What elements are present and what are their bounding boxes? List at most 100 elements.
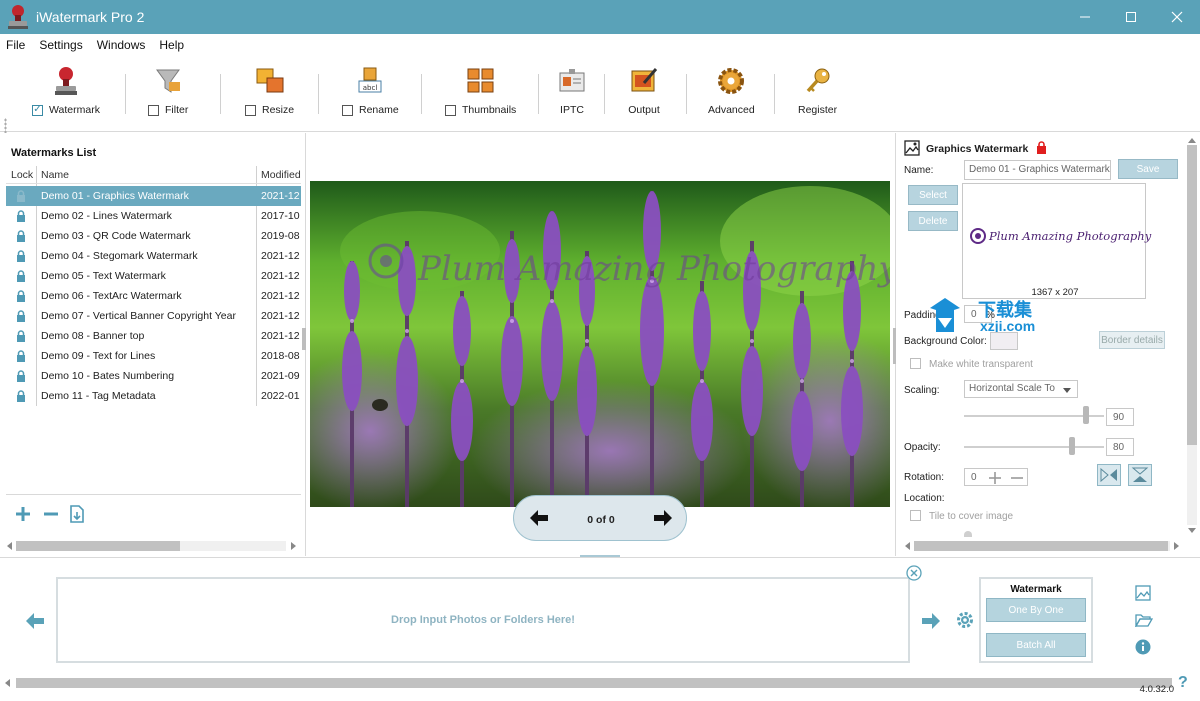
- resize-image-icon: [254, 66, 286, 96]
- add-watermark-button[interactable]: [14, 505, 32, 526]
- opacity-slider-thumb[interactable]: [1069, 437, 1075, 455]
- settings-gear-icon[interactable]: [956, 611, 974, 632]
- filter-checkbox[interactable]: [148, 104, 159, 116]
- select-graphic-button[interactable]: Select: [908, 185, 958, 205]
- scrollbar-thumb[interactable]: [16, 678, 1172, 688]
- tool-filter[interactable]: Filter: [148, 66, 188, 116]
- import-watermark-icon[interactable]: [70, 505, 84, 526]
- scrollbar-thumb[interactable]: [1187, 145, 1197, 445]
- tile-cover-checkbox[interactable]: [910, 510, 921, 521]
- save-button[interactable]: Save: [1118, 159, 1178, 179]
- table-row[interactable]: Demo 10 - Bates Numbering 2021-09: [6, 366, 301, 386]
- watermark-checkbox[interactable]: ✓: [32, 104, 43, 116]
- drop-zone[interactable]: Drop Input Photos or Folders Here!: [56, 577, 910, 663]
- opacity-slider-track[interactable]: [964, 446, 1104, 448]
- menu-file[interactable]: File: [6, 38, 25, 52]
- chevron-down-icon: [1063, 386, 1071, 397]
- scaling-amount-input[interactable]: 90: [1106, 408, 1134, 426]
- rename-checkbox[interactable]: [342, 104, 353, 116]
- plus-icon[interactable]: [989, 472, 1001, 487]
- rotation-stepper[interactable]: 0: [964, 468, 1028, 486]
- scrollbar-thumb[interactable]: [914, 541, 1168, 551]
- inspector-scroll-right-arrow[interactable]: [1172, 541, 1180, 551]
- scaling-slider-thumb[interactable]: [1083, 406, 1089, 424]
- inspector-scroll-left-arrow[interactable]: [904, 541, 912, 551]
- maximize-button[interactable]: [1108, 0, 1154, 34]
- inspector-scroll-up-arrow[interactable]: [1187, 135, 1197, 145]
- col-modified[interactable]: Modified: [261, 169, 301, 181]
- splitter-handle[interactable]: [893, 328, 896, 364]
- tool-resize[interactable]: Resize: [245, 66, 294, 116]
- inspector-vertical-scrollbar[interactable]: [1187, 145, 1197, 525]
- table-row[interactable]: Demo 06 - TextArc Watermark 2021-12: [6, 286, 301, 306]
- graphic-preview-text: Plum Amazing Photography: [989, 229, 1152, 243]
- bottom-horizontal-scrollbar[interactable]: [16, 678, 1172, 688]
- menu-help[interactable]: Help: [159, 38, 184, 52]
- tool-rename[interactable]: abcl Rename: [342, 66, 399, 116]
- background-color-swatch[interactable]: [990, 332, 1018, 350]
- tool-thumbnails[interactable]: Thumbnails: [445, 66, 516, 116]
- arrow-left-icon[interactable]: [26, 613, 44, 632]
- batch-all-button[interactable]: Batch All: [986, 633, 1086, 657]
- table-row[interactable]: Demo 09 - Text for Lines 2018-08: [6, 346, 301, 366]
- arrow-right-icon[interactable]: [922, 613, 940, 632]
- list-horizontal-scrollbar[interactable]: [16, 541, 286, 551]
- thumbnails-checkbox[interactable]: [445, 104, 456, 116]
- inspector-horizontal-scrollbar[interactable]: [914, 541, 1170, 551]
- tool-output[interactable]: Output: [628, 66, 660, 116]
- table-row[interactable]: Demo 02 - Lines Watermark 2017-10: [6, 206, 301, 226]
- graphic-preview[interactable]: Plum Amazing Photography 1367 x 207: [962, 183, 1151, 299]
- image-icon[interactable]: [1135, 585, 1151, 604]
- col-name[interactable]: Name: [41, 169, 69, 181]
- tool-register[interactable]: Register: [798, 66, 837, 116]
- minimize-button[interactable]: [1062, 0, 1108, 34]
- delete-graphic-button[interactable]: Delete: [908, 211, 958, 231]
- help-question-icon[interactable]: ?: [1178, 674, 1188, 692]
- scrollbar-thumb[interactable]: [16, 541, 180, 551]
- table-row[interactable]: Demo 08 - Banner top 2021-12: [6, 326, 301, 346]
- table-row[interactable]: Demo 03 - QR Code Watermark 2019-08: [6, 226, 301, 246]
- resize-label: Resize: [262, 104, 295, 116]
- folder-open-icon[interactable]: [1134, 613, 1154, 630]
- table-row[interactable]: Demo 04 - Stegomark Watermark 2021-12: [6, 246, 301, 266]
- opacity-input[interactable]: 80: [1106, 438, 1134, 456]
- info-icon[interactable]: [1135, 639, 1151, 658]
- location-grid-handle[interactable]: [964, 531, 972, 537]
- next-image-button[interactable]: [654, 510, 672, 529]
- table-row[interactable]: Demo 01 - Graphics Watermark 2021-12: [6, 186, 301, 206]
- scroll-right-arrow[interactable]: [289, 541, 297, 551]
- bottom-scroll-left-arrow[interactable]: [4, 678, 12, 688]
- lock-icon: [16, 390, 26, 402]
- table-row[interactable]: Demo 05 - Text Watermark 2021-12: [6, 266, 301, 286]
- make-white-transparent-checkbox[interactable]: [910, 358, 921, 369]
- col-lock[interactable]: Lock: [11, 169, 33, 181]
- tool-watermark[interactable]: ✓ Watermark: [32, 66, 100, 116]
- flip-vertical-button[interactable]: [1128, 464, 1152, 486]
- tool-iptc[interactable]: IPTC: [556, 66, 588, 116]
- border-details-button[interactable]: Border details: [1099, 331, 1165, 349]
- watermark-name-input[interactable]: Demo 01 - Graphics Watermark: [964, 160, 1111, 180]
- table-row[interactable]: Demo 07 - Vertical Banner Copyright Year…: [6, 306, 301, 326]
- close-button[interactable]: [1154, 0, 1200, 34]
- menu-settings[interactable]: Settings: [39, 38, 82, 52]
- flip-horizontal-button[interactable]: [1097, 464, 1121, 486]
- one-by-one-button[interactable]: One By One: [986, 598, 1086, 622]
- clear-input-button[interactable]: [906, 565, 922, 584]
- resize-checkbox[interactable]: [245, 104, 256, 116]
- table-row[interactable]: Demo 11 - Tag Metadata 2022-01: [6, 386, 301, 406]
- register-label: Register: [798, 104, 838, 116]
- minus-icon[interactable]: [1011, 472, 1023, 487]
- preview-image[interactable]: Plum Amazing Photography: [310, 181, 890, 507]
- list-scroll-indicator[interactable]: [302, 328, 306, 350]
- filter-label: Filter: [165, 104, 189, 116]
- remove-watermark-button[interactable]: [42, 505, 60, 526]
- row-modified: 2022-01: [261, 390, 300, 402]
- rename-abc-icon: abcl: [354, 66, 386, 96]
- scaling-select[interactable]: Horizontal Scale To: [964, 380, 1078, 398]
- tool-advanced[interactable]: Advanced: [708, 66, 755, 116]
- plum-logo-icon: [969, 227, 987, 248]
- inspector-scroll-down-arrow[interactable]: [1187, 526, 1197, 536]
- scroll-left-arrow[interactable]: [6, 541, 14, 551]
- menu-windows[interactable]: Windows: [97, 38, 146, 52]
- lock-icon[interactable]: [1036, 141, 1047, 157]
